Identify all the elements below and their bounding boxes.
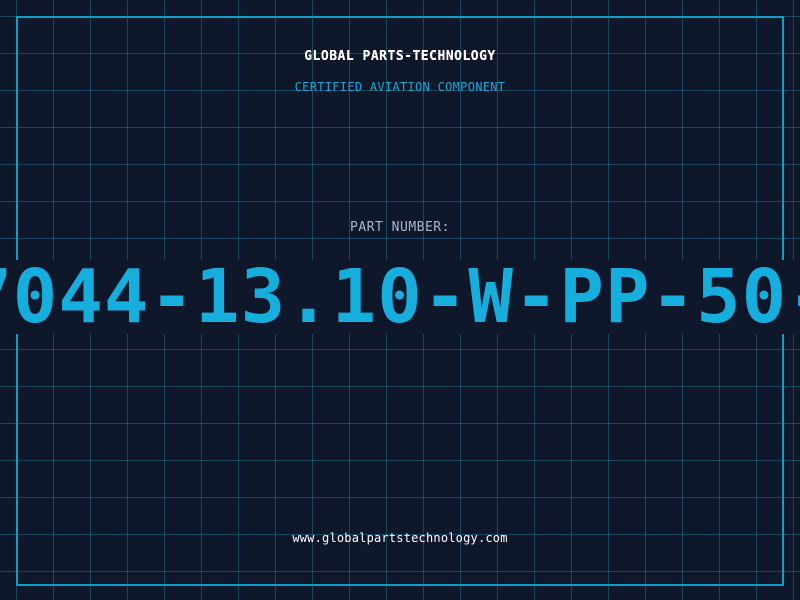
part-number-band: 7044-13.10-W-PP-50- bbox=[0, 260, 800, 334]
part-number-label: PART NUMBER: bbox=[350, 220, 450, 235]
company-name: GLOBAL PARTS-TECHNOLOGY bbox=[304, 49, 496, 64]
website-url: www.globalpartstechnology.com bbox=[292, 531, 508, 545]
certification-subtitle: CERTIFIED AVIATION COMPONENT bbox=[294, 80, 506, 94]
part-number-value: 7044-13.10-W-PP-50- bbox=[0, 260, 800, 334]
